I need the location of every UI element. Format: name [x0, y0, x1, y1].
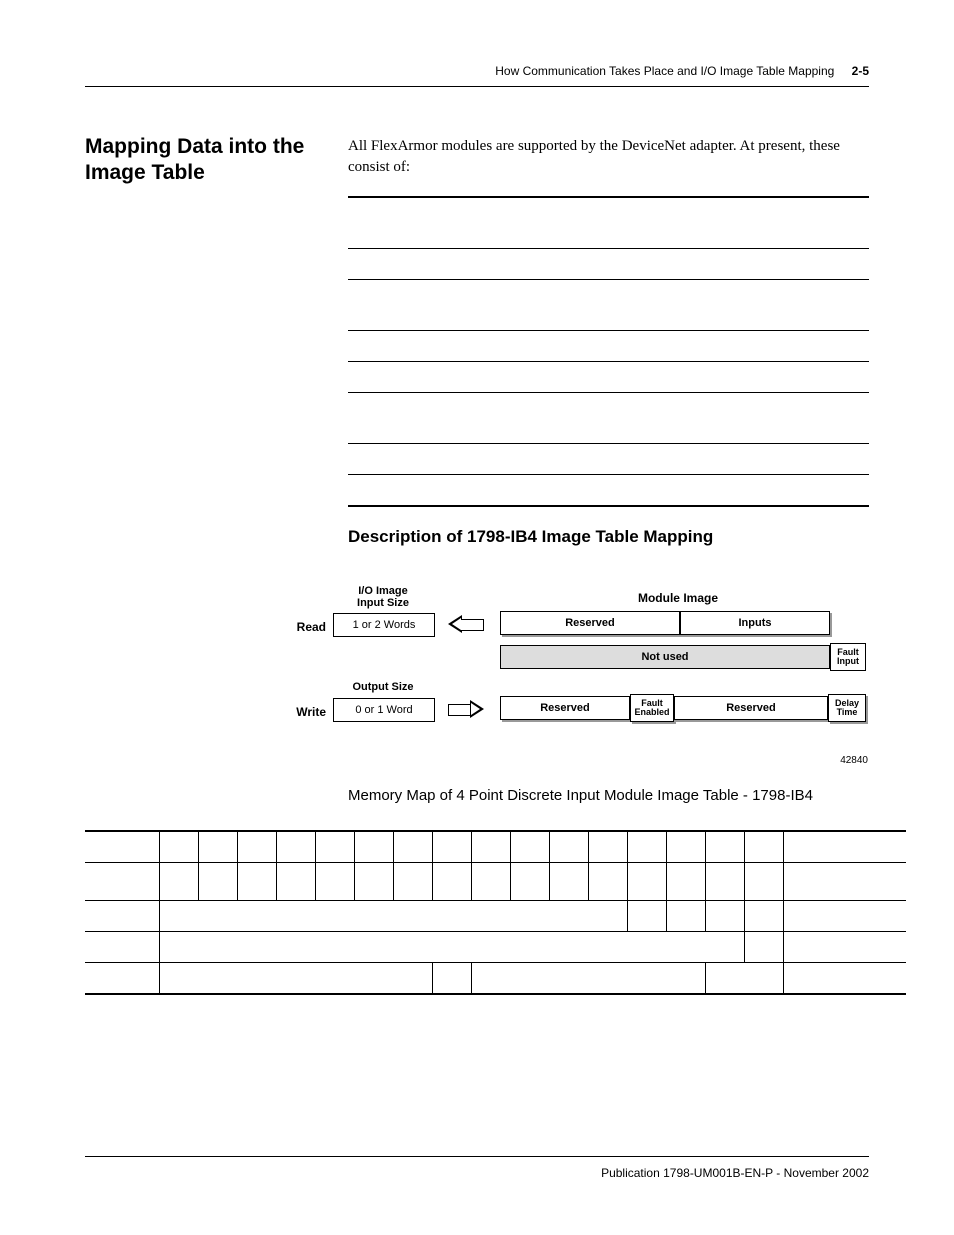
read-size-box: 1 or 2 Words [333, 613, 435, 637]
section-title: Mapping Data into the Image Table [85, 134, 325, 187]
intro-paragraph: All FlexArmor modules are supported by t… [348, 136, 869, 178]
memory-map-title: Memory Map of 4 Point Discrete Input Mod… [348, 787, 813, 804]
write-label: Write [278, 705, 326, 719]
reserved-header-2: Reserved [500, 696, 630, 720]
header-rule [85, 86, 869, 87]
inputs-header: Inputs [680, 611, 830, 635]
not-used-box: Not used [500, 645, 830, 669]
footer-rule [85, 1156, 869, 1157]
reserved-header-3: Reserved [674, 696, 828, 720]
arrow-right-icon [448, 700, 484, 718]
arrow-left-icon [448, 615, 484, 633]
figure-number: 42840 [840, 755, 868, 766]
header-title: How Communication Takes Place and I/O Im… [495, 64, 834, 78]
module-image-label: Module Image [618, 591, 738, 605]
modules-table [348, 196, 869, 507]
subheading: Description of 1798-IB4 Image Table Mapp… [348, 527, 713, 547]
reserved-header-1: Reserved [500, 611, 680, 635]
fault-input-box: Fault Input [830, 643, 866, 671]
footer-text: Publication 1798-UM001B-EN-P - November … [601, 1166, 869, 1180]
write-size-box: 0 or 1 Word [333, 698, 435, 722]
running-header: How Communication Takes Place and I/O Im… [495, 64, 869, 78]
io-image-input-size-label: I/O Image Input Size [333, 585, 433, 609]
delay-time-box: Delay Time [828, 694, 866, 722]
read-label: Read [278, 620, 326, 634]
page-number: 2-5 [852, 64, 869, 78]
memory-map-table [85, 830, 906, 995]
output-size-label: Output Size [333, 681, 433, 693]
fault-enabled-box: Fault Enabled [630, 694, 674, 722]
